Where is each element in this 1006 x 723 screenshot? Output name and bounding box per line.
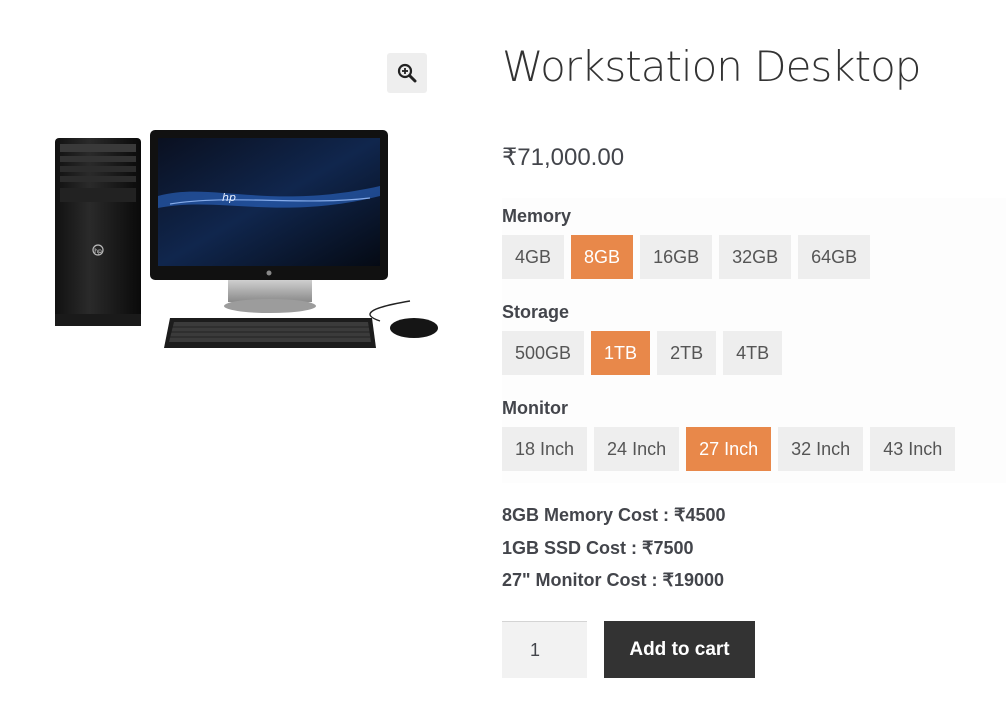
memory-swatches: 4GB 8GB 16GB 32GB 64GB [502,235,877,279]
add-to-cart-button[interactable]: Add to cart [604,621,755,678]
memory-option-16gb[interactable]: 16GB [640,235,713,279]
product-image[interactable]: hp hp [50,126,445,358]
product-price: ₹71,000.00 [502,144,625,171]
memory-option-4gb[interactable]: 4GB [502,235,565,279]
storage-option-500gb[interactable]: 500GB [502,331,585,375]
monitor-swatches: 18 Inch 24 Inch 27 Inch 32 Inch 43 Inch [502,427,962,471]
monitor-option-18-inch[interactable]: 18 Inch [502,427,588,471]
mouse [369,300,438,338]
monitor-label: Monitor [502,398,568,418]
cost-breakdown: 8GB Memory Cost : ₹4500 1GB SSD Cost : ₹… [502,504,726,602]
product-summary: Workstation Desktop ₹71,000.00 Memory 4G… [502,40,1006,678]
ssd-cost: 1GB SSD Cost : ₹7500 [502,537,694,558]
keyboard [164,318,376,348]
storage-option-4tb[interactable]: 4TB [723,331,783,375]
monitor: hp [150,130,388,313]
monitor-option-43-inch[interactable]: 43 Inch [870,427,956,471]
variations-panel: Memory 4GB 8GB 16GB 32GB 64GB Storage 500GB 1… [502,198,1006,483]
storage-option-2tb[interactable]: 2TB [657,331,717,375]
monitor-option-24-inch[interactable]: 24 Inch [594,427,680,471]
memory-option-32gb[interactable]: 32GB [719,235,792,279]
monitor-option-32-inch[interactable]: 32 Inch [778,427,864,471]
svg-text:hp: hp [222,191,236,204]
storage-swatches: 500GB 1TB 2TB 4TB [502,331,789,375]
magnifier-zoom-icon [397,63,417,83]
product-title: Workstation Desktop [502,42,921,91]
quantity-input[interactable] [502,621,587,678]
tower: hp [55,138,141,326]
memory-option-8gb[interactable]: 8GB [571,235,634,279]
storage-label: Storage [502,302,570,322]
zoom-button[interactable] [387,53,427,93]
monitor-cost: 27" Monitor Cost : ₹19000 [502,570,725,590]
memory-option-64gb[interactable]: 64GB [798,235,871,279]
svg-text:hp: hp [94,248,102,255]
storage-option-1tb[interactable]: 1TB [591,331,651,375]
monitor-option-27-inch[interactable]: 27 Inch [686,427,772,471]
memory-label: Memory [502,206,572,226]
memory-cost: 8GB Memory Cost : ₹4500 [502,505,726,525]
